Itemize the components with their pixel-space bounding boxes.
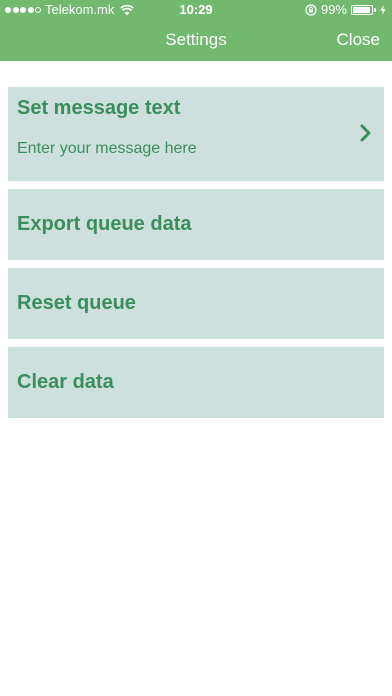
chevron-right-icon (360, 124, 371, 142)
clear-data-row[interactable]: Clear data (8, 347, 384, 418)
battery-tip (374, 8, 376, 12)
reset-queue-row[interactable]: Reset queue (8, 268, 384, 339)
settings-screen: Telekom.mk 10:29 99% Settings Close Set … (0, 0, 392, 696)
rotation-lock-icon (305, 4, 317, 16)
battery-fill (353, 7, 371, 13)
battery-percent: 99% (320, 2, 347, 17)
row-title: Export queue data (17, 213, 192, 235)
export-queue-data-row[interactable]: Export queue data (8, 189, 384, 260)
set-message-text-row[interactable]: Set message text Enter your message here (8, 87, 384, 181)
row-title: Clear data (17, 371, 114, 393)
page-title: Settings (165, 30, 227, 49)
charging-bolt-icon (380, 5, 386, 15)
row-subtitle: Enter your message here (17, 140, 197, 157)
header: Telekom.mk 10:29 99% Settings Close (0, 0, 392, 61)
settings-list: Set message text Enter your message here… (8, 87, 384, 426)
status-right: 99% (305, 0, 386, 20)
row-title: Reset queue (17, 292, 136, 314)
row-title: Set message text (17, 97, 181, 119)
navigation-bar: Settings Close (0, 20, 392, 61)
battery-icon (351, 5, 373, 15)
status-bar: Telekom.mk 10:29 99% (0, 0, 392, 20)
close-button[interactable]: Close (337, 20, 380, 60)
